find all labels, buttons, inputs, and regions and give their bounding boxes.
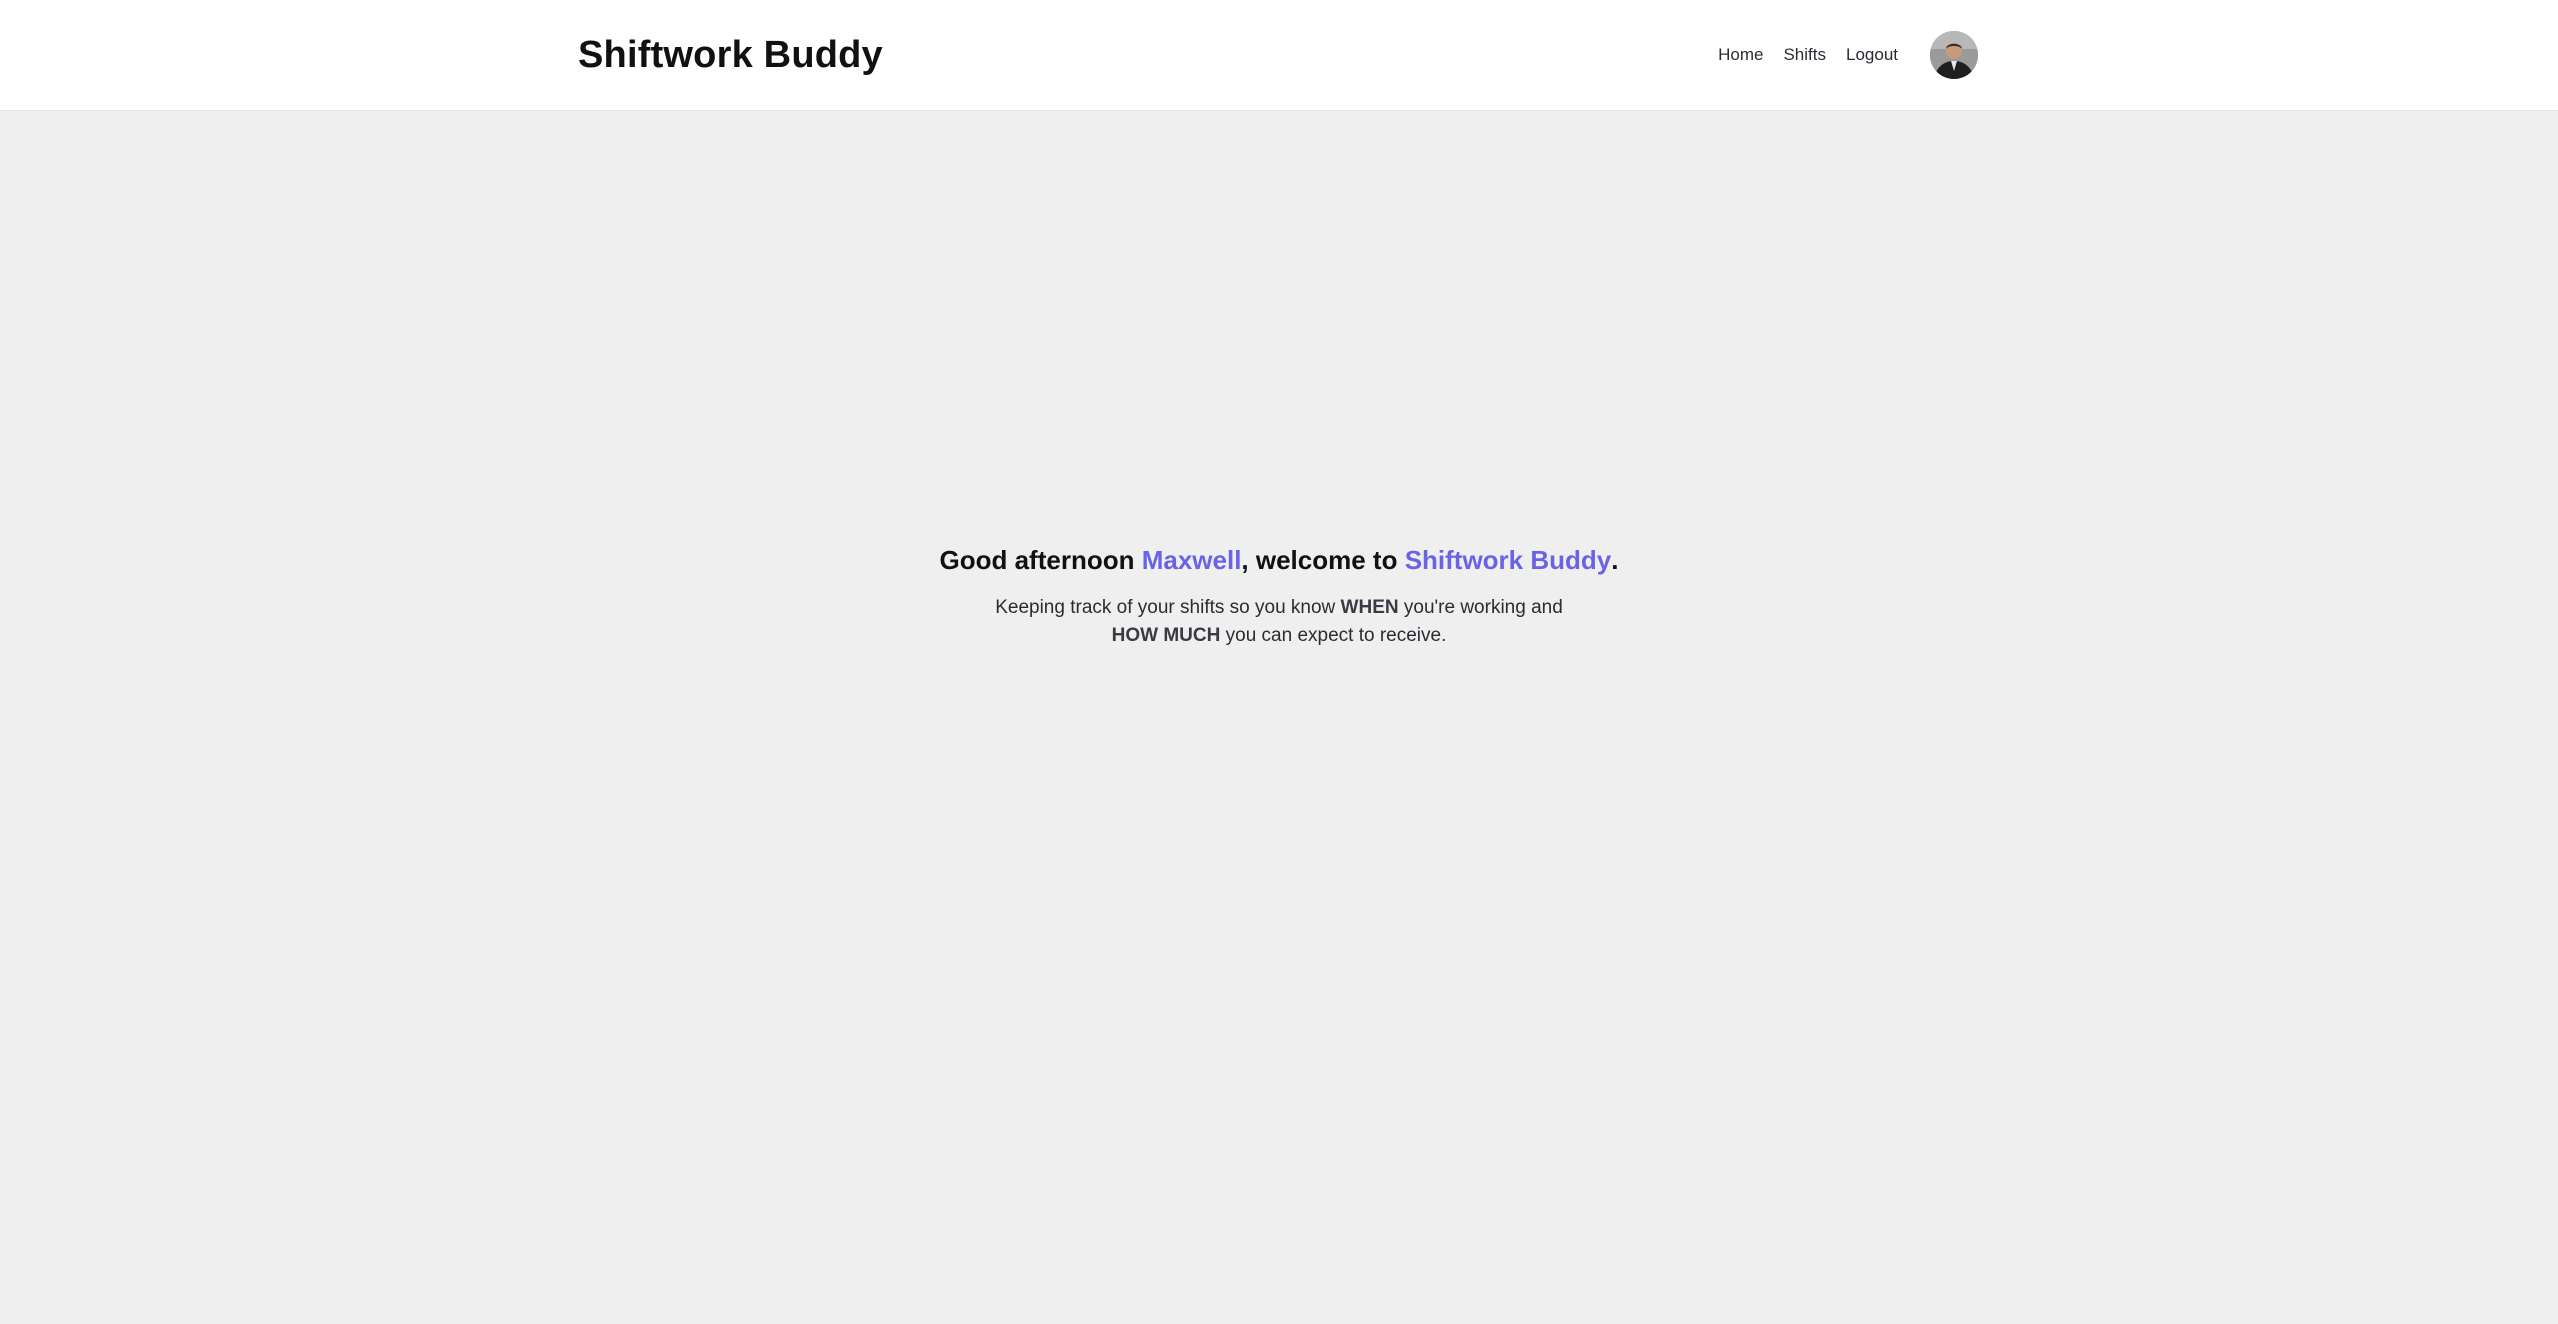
tagline-part3: you can expect to receive. [1220,625,1447,646]
greeting-prefix: Good afternoon [939,545,1142,575]
tagline-emph-when: WHEN [1340,597,1399,618]
tagline-part1: Keeping track of your shifts so you know [995,597,1341,618]
top-header: Shiftwork Buddy Home Shifts Logout [0,0,2558,111]
user-name: Maxwell [1141,545,1242,575]
header-inner: Shiftwork Buddy Home Shifts Logout [578,0,1978,110]
nav-shifts-link[interactable]: Shifts [1783,45,1826,65]
welcome-hero: Good afternoon Maxwell, welcome to Shift… [0,545,2558,650]
avatar-portrait [1930,31,1978,79]
brand-logo-link[interactable]: Shiftwork Buddy [578,34,883,77]
tagline-part2: you're working and [1398,597,1563,618]
tagline-emph-how-much: HOW MUCH [1111,625,1221,646]
app-name: Shiftwork Buddy [1404,545,1612,575]
greeting-heading: Good afternoon Maxwell, welcome to Shift… [0,545,2558,576]
nav-home-link[interactable]: Home [1718,45,1763,65]
tagline: Keeping track of your shifts so you know… [929,594,1629,650]
greeting-middle: , welcome to [1241,545,1405,575]
nav-logout-link[interactable]: Logout [1846,45,1898,65]
user-avatar-icon[interactable] [1930,31,1978,79]
main-nav: Home Shifts Logout [1718,31,1978,79]
greeting-suffix: . [1611,545,1619,575]
